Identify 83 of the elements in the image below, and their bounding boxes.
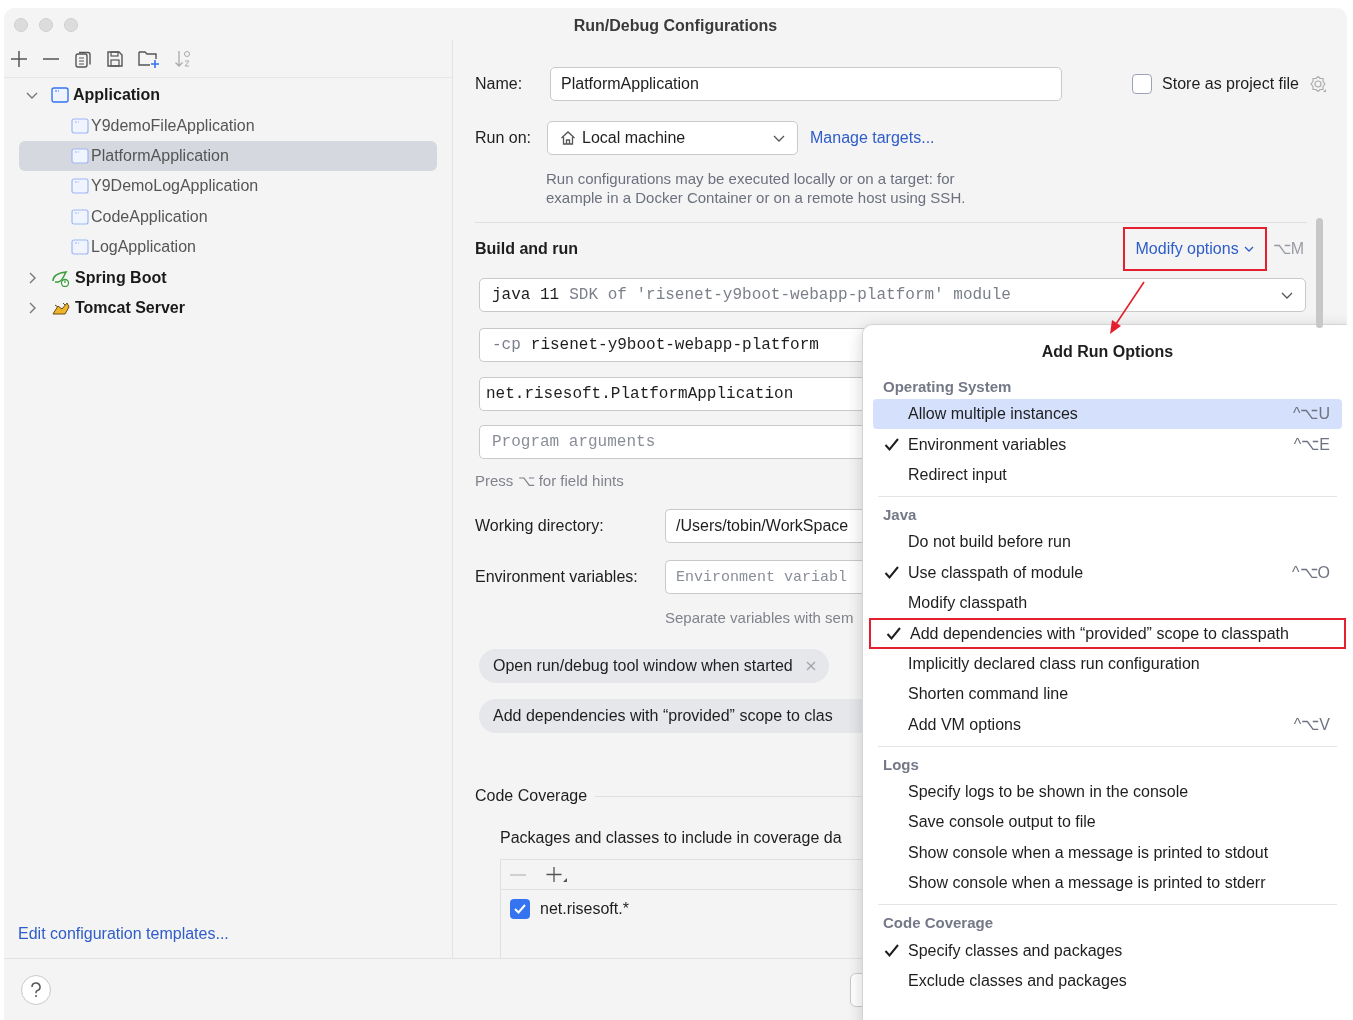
checkbox[interactable] (1132, 74, 1153, 94)
program-arguments-field[interactable]: Program arguments (479, 425, 864, 459)
menu-item[interactable]: Use classpath of module ^⌥O (873, 557, 1342, 588)
tree-item[interactable]: Spring Boot (19, 262, 437, 293)
menu-item[interactable]: Specify logs to be shown in the console (873, 776, 1342, 808)
section-title: Build and run (475, 239, 579, 259)
checkbox[interactable] (510, 899, 530, 919)
menu-item[interactable]: Shorten command line (873, 679, 1342, 710)
popup-title: Add Run Options (1041, 341, 1174, 362)
menu-item[interactable]: Specify classes and packages (873, 935, 1342, 966)
field-label: Run on: (475, 128, 533, 148)
menu-item[interactable]: Redirect input (873, 459, 1342, 491)
add-icon[interactable] (10, 49, 28, 68)
tree-item[interactable]: PlatformApplication (19, 140, 437, 172)
field-label: Environment variables: (475, 567, 639, 587)
chevron-down-icon (1243, 244, 1254, 254)
description-text: Run configurations may be executed locally or on a target: for example in a Docker Container or on a remote host using SSH. (546, 169, 967, 207)
application-icon (51, 86, 69, 105)
application-icon (71, 207, 89, 226)
section-header: Logs (883, 754, 919, 775)
application-icon (71, 146, 89, 165)
question-mark-icon (30, 981, 42, 998)
sort-icon[interactable] (174, 48, 192, 69)
shortcut-text: ^⌥U (1292, 404, 1330, 425)
new-folder-icon[interactable] (138, 48, 160, 69)
close-icon (804, 660, 817, 672)
shortcut-text: ⌥M (1272, 239, 1304, 259)
menu-item[interactable]: Modify classpath (873, 587, 1342, 619)
description-text: Packages and classes to include in coverage da (500, 828, 843, 846)
window-title: Run/Debug Configurations (573, 16, 778, 36)
copy-icon[interactable] (74, 49, 92, 68)
section-header: Code Coverage (883, 913, 994, 934)
option-chip[interactable]: Add dependencies with “provided” scope to clas (479, 699, 864, 733)
scrollbar[interactable] (1316, 218, 1323, 328)
tree-item[interactable]: LogApplication (19, 231, 437, 263)
checkmark-icon (513, 902, 527, 916)
run-target-dropdown[interactable]: Local machine (547, 121, 798, 155)
menu-item[interactable]: Add VM options ^⌥V (873, 709, 1342, 740)
section-title: Code Coverage (475, 786, 588, 806)
menu-item[interactable]: Implicitly declared class run configuration (873, 648, 1342, 680)
menu-item[interactable]: Save console output to file (873, 807, 1342, 838)
modify-options-button[interactable]: Modify options (1122, 227, 1267, 271)
menu-item[interactable]: Add dependencies with “provided” scope to classpath (869, 618, 1346, 649)
menu-item[interactable]: Environment variables ^⌥E (873, 429, 1342, 460)
settings-icon[interactable] (1309, 75, 1327, 93)
working-directory-field[interactable]: /Users/tobin/WorkSpace (665, 509, 865, 543)
shortcut-text: ^⌥O (1292, 562, 1330, 583)
classpath-field[interactable]: -cp risenet-y9boot-webapp-platform (479, 328, 864, 362)
hint-text: Separate variables with sem (665, 608, 855, 627)
section-header: Operating System (883, 376, 1012, 397)
field-label: Name: (475, 74, 524, 94)
shortcut-text: ^⌥V (1293, 714, 1330, 735)
application-icon (71, 177, 89, 196)
tree-item[interactable]: Application (19, 80, 437, 111)
menu-item[interactable]: Do not build before run (873, 527, 1342, 558)
tree-item[interactable]: Tomcat Server (19, 292, 437, 324)
tree-item[interactable]: CodeApplication (19, 201, 437, 232)
tree-item[interactable]: Y9DemoLogApplication (19, 171, 437, 202)
hint-text: Press ⌥ for field hints (475, 471, 624, 490)
application-icon (71, 238, 89, 257)
application-icon (71, 116, 89, 135)
section-header: Java (883, 504, 917, 525)
environment-variables-field[interactable]: Environment variabl (665, 560, 865, 594)
menu-item[interactable]: Show console when a message is printed to stderr (873, 868, 1342, 899)
menu-item[interactable]: Show console when a message is printed to stdout (873, 837, 1342, 869)
field-label: Working directory: (475, 516, 605, 536)
main-class-field[interactable]: net.risesoft.PlatformApplication (479, 377, 864, 411)
shortcut-text: ^⌥E (1293, 434, 1330, 455)
menu-item[interactable]: Allow multiple instances ^⌥U (873, 399, 1342, 430)
edit-templates-link[interactable]: Edit configuration templates... (18, 922, 452, 946)
menu-item[interactable]: Exclude classes and packages (873, 965, 1342, 997)
add-icon[interactable] (545, 865, 567, 884)
home-icon (560, 130, 576, 146)
option-chip[interactable]: Open run/debug tool window when started (479, 649, 829, 683)
help-button[interactable] (21, 974, 51, 1005)
spring-leaf-icon (51, 268, 71, 287)
save-icon[interactable] (106, 49, 124, 68)
name-field[interactable]: PlatformApplication (550, 67, 1062, 101)
checkbox-label: net.risesoft.* (540, 899, 629, 919)
sdk-dropdown[interactable]: java 11 SDK of 'risenet-y9boot-webapp-platform' module (479, 278, 1306, 312)
manage-targets-link[interactable]: Manage targets... (810, 126, 935, 150)
checkbox-label: Store as project file (1162, 74, 1299, 94)
tree-item[interactable]: Y9demoFileApplication (19, 110, 437, 141)
